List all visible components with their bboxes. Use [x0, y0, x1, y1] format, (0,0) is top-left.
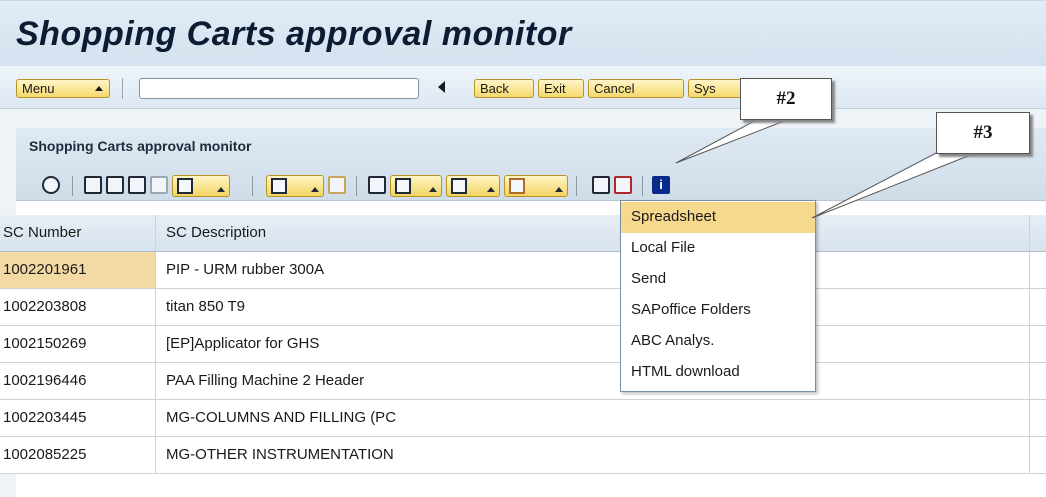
sc-description-cell[interactable]: MG-COLUMNS AND FILLING (PC — [156, 400, 1030, 436]
sc-description-cell[interactable]: titan 850 T9 — [156, 289, 1030, 325]
chevron-down-icon — [429, 187, 437, 192]
table-row[interactable]: 1002203445 MG-COLUMNS AND FILLING (PC — [0, 400, 1046, 437]
alv-toolbar-separator — [642, 176, 643, 196]
find-icon[interactable] — [128, 176, 146, 194]
print-icon[interactable] — [84, 176, 102, 194]
callout-2: #2 — [740, 78, 832, 120]
toolbar-separator — [122, 78, 123, 99]
info-icon[interactable]: i — [652, 176, 670, 194]
table-row[interactable]: 1002196446 PAA Filling Machine 2 Header — [0, 363, 1046, 400]
sc-number-cell[interactable]: 1002196446 — [0, 363, 156, 399]
export-dropdown[interactable] — [446, 175, 500, 197]
back-arrow-icon[interactable] — [438, 81, 445, 93]
table-header-row: SC Number SC Description — [0, 215, 1046, 252]
system-button[interactable]: Sys — [688, 79, 742, 98]
menu-item-send[interactable]: Send — [621, 264, 815, 295]
panel-title: Shopping Carts approval monitor — [29, 138, 252, 154]
sc-number-cell[interactable]: 1002150269 — [0, 326, 156, 362]
export-menu: Spreadsheet Local File Send SAPoffice Fo… — [620, 200, 816, 392]
menu-button-label: Menu — [22, 81, 55, 96]
table-row[interactable]: 1002203808 titan 850 T9 — [0, 289, 1046, 326]
sum-dropdown[interactable] — [266, 175, 324, 197]
chevron-down-icon — [555, 187, 563, 192]
menu-item-html-download[interactable]: HTML download — [621, 357, 815, 388]
callout-3: #3 — [936, 112, 1030, 154]
column-header-sc-description[interactable]: SC Description — [156, 215, 1030, 251]
subtotal-icon[interactable] — [328, 176, 346, 194]
alv-toolbar-separator — [72, 176, 73, 196]
sum-icon — [271, 178, 287, 194]
alv-toolbar-separator — [576, 176, 577, 196]
sc-description-cell[interactable]: PAA Filling Machine 2 Header — [156, 363, 1030, 399]
menu-item-abc-analysis[interactable]: ABC Analys. — [621, 326, 815, 357]
page-title: Shopping Carts approval monitor — [16, 15, 572, 53]
menu-item-spreadsheet[interactable]: Spreadsheet — [621, 202, 815, 233]
chevron-down-icon — [217, 187, 225, 192]
command-field[interactable] — [139, 78, 419, 99]
chevron-down-icon — [487, 187, 495, 192]
chevron-down-icon — [95, 86, 103, 91]
graphic-icon[interactable] — [614, 176, 632, 194]
save-layout-icon[interactable] — [106, 176, 124, 194]
views-dropdown[interactable] — [390, 175, 442, 197]
menu-item-sapoffice-folders[interactable]: SAPoffice Folders — [621, 295, 815, 326]
back-button[interactable]: Back — [474, 79, 534, 98]
sc-description-cell[interactable]: MG-OTHER INSTRUMENTATION — [156, 437, 1030, 473]
exit-button[interactable]: Exit — [538, 79, 584, 98]
layout-icon — [509, 178, 525, 194]
menu-button[interactable]: Menu — [16, 79, 110, 98]
alv-toolbar-separator — [252, 176, 253, 196]
sc-description-cell[interactable]: [EP]Applicator for GHS — [156, 326, 1030, 362]
system-toolbar: Menu Back Exit Cancel Sys — [0, 66, 1046, 109]
column-icon[interactable] — [592, 176, 610, 194]
sc-number-cell[interactable]: 1002201961 — [0, 252, 156, 288]
sc-number-cell[interactable]: 1002203445 — [0, 400, 156, 436]
title-bar: Shopping Carts approval monitor — [0, 0, 1046, 67]
export-icon — [451, 178, 467, 194]
sc-number-cell[interactable]: 1002203808 — [0, 289, 156, 325]
column-header-sc-number[interactable]: SC Number — [0, 215, 156, 251]
alv-toolbar-separator — [356, 176, 357, 196]
sc-description-cell[interactable]: PIP - URM rubber 300A — [156, 252, 1030, 288]
table-row[interactable]: 1002201961 PIP - URM rubber 300A — [0, 252, 1046, 289]
find-next-icon[interactable] — [150, 176, 168, 194]
print-preview-icon[interactable] — [368, 176, 386, 194]
sc-number-cell[interactable]: 1002085225 — [0, 437, 156, 473]
layout-dropdown[interactable] — [504, 175, 568, 197]
filter-icon — [177, 178, 193, 194]
table-row[interactable]: 1002150269 [EP]Applicator for GHS — [0, 326, 1046, 363]
table-row[interactable]: 1002085225 MG-OTHER INSTRUMENTATION — [0, 437, 1046, 474]
cancel-button[interactable]: Cancel — [588, 79, 684, 98]
chevron-down-icon — [311, 187, 319, 192]
details-icon[interactable] — [42, 176, 60, 194]
views-icon — [395, 178, 411, 194]
menu-item-local-file[interactable]: Local File — [621, 233, 815, 264]
filter-dropdown[interactable] — [172, 175, 230, 197]
alv-panel-header: Shopping Carts approval monitor i — [16, 128, 1046, 201]
